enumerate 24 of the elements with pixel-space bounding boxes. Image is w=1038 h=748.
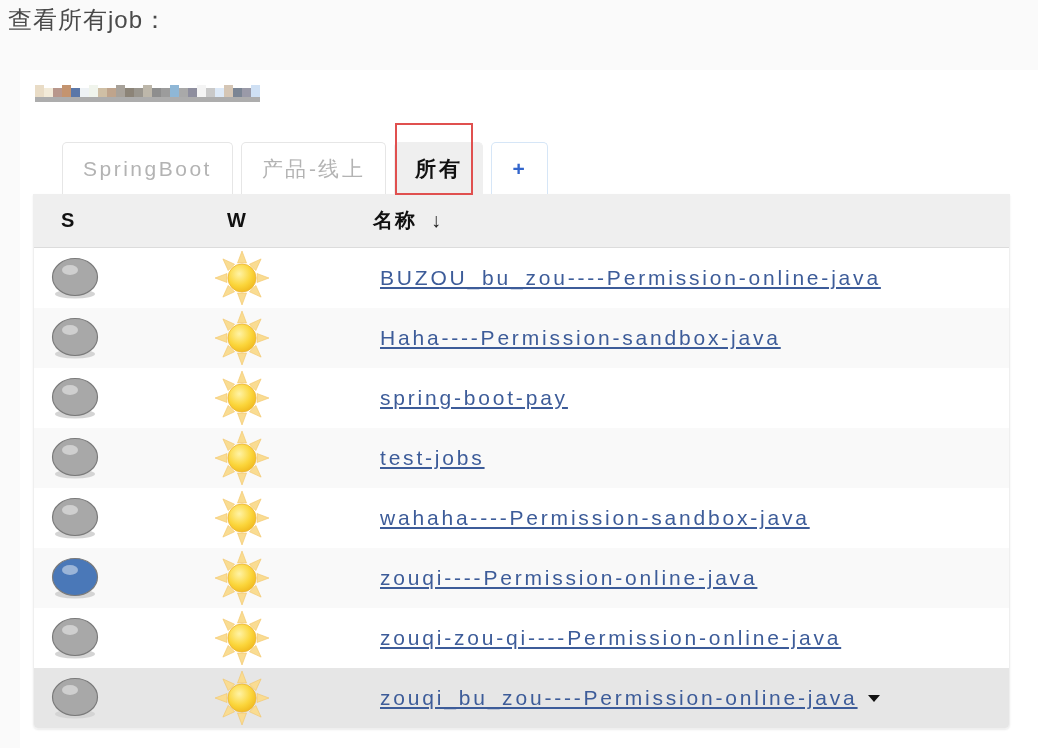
job-link[interactable]: zouqi_bu_zou----Permission-online-java (380, 686, 858, 710)
sun-icon (214, 550, 270, 606)
job-link[interactable]: test-jobs (380, 446, 485, 470)
job-link[interactable]: spring-boot-pay (380, 386, 568, 410)
job-link[interactable]: Haha----Permission-sandbox-java (380, 326, 781, 350)
job-link[interactable]: BUZOU_bu_zou----Permission-online-java (380, 266, 881, 290)
caret-down-icon[interactable] (867, 694, 880, 702)
sun-icon (214, 250, 270, 306)
column-header[interactable]: S (61, 209, 77, 232)
sun-icon (214, 610, 270, 666)
column-header[interactable]: 名称 (373, 207, 417, 234)
sort-arrow[interactable]: ↓ (431, 209, 441, 232)
sun-icon (214, 370, 270, 426)
column-header[interactable]: W (227, 209, 248, 232)
add-tab[interactable]: + (491, 142, 549, 194)
sun-icon (214, 310, 270, 366)
sun-icon (214, 670, 270, 726)
sun-icon (214, 430, 270, 486)
job-link[interactable]: zouqi-zou-qi----Permission-online-java (380, 626, 842, 650)
sun-icon (214, 490, 270, 546)
view-tab[interactable]: 所有 (394, 142, 484, 194)
page-heading: 查看所有job： (8, 5, 169, 35)
job-link[interactable]: wahaha----Permission-sandbox-java (380, 506, 810, 530)
job-link[interactable]: zouqi----Permission-online-java (380, 566, 758, 590)
